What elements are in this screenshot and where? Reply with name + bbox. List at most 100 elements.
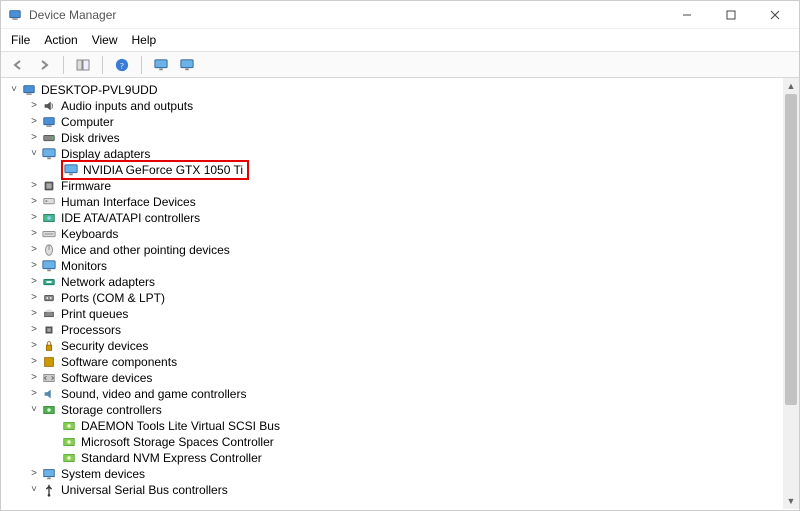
device-tree[interactable]: ˅ DESKTOP-PVL9UDD>Audio inputs and output… — [1, 78, 783, 499]
scroll-up-arrow-icon[interactable]: ▲ — [783, 78, 799, 94]
maximize-button[interactable] — [709, 1, 753, 29]
expander-icon[interactable]: > — [27, 194, 41, 210]
tree-node[interactable]: >Software components — [5, 354, 783, 370]
expander-icon[interactable]: > — [27, 338, 41, 354]
toolbar-separator — [102, 56, 103, 74]
window-title: Device Manager — [29, 8, 116, 22]
expander-icon[interactable]: ˅ — [27, 402, 41, 418]
titlebar: Device Manager — [1, 1, 799, 29]
toolbar-scan-hardware[interactable] — [150, 55, 172, 75]
tree-node[interactable]: >Firmware — [5, 178, 783, 194]
tree-node[interactable]: > Security devices — [5, 338, 783, 354]
tree-node[interactable]: ˅Universal Serial Bus controllers — [5, 482, 783, 498]
toolbar-separator — [141, 56, 142, 74]
vertical-scrollbar[interactable]: ▲ ▼ — [783, 78, 799, 509]
menu-action[interactable]: Action — [44, 33, 77, 47]
expander-icon[interactable]: ˅ — [7, 82, 21, 98]
expander-icon[interactable]: > — [27, 306, 41, 322]
tree-node[interactable]: >Ports (COM & LPT) — [5, 290, 783, 306]
tree-node-label: Sound, video and game controllers — [61, 386, 246, 402]
scroll-down-arrow-icon[interactable]: ▼ — [783, 493, 799, 509]
softcomp-icon — [41, 355, 57, 369]
monitor-icon — [41, 259, 57, 273]
display-icon — [63, 163, 79, 177]
expander-icon[interactable]: > — [27, 290, 41, 306]
tree-node[interactable]: Microsoft Storage Spaces Controller — [5, 434, 783, 450]
scroll-track[interactable] — [783, 94, 799, 493]
expander-icon[interactable]: ˅ — [27, 146, 41, 162]
storage-dev-icon — [61, 435, 77, 449]
tree-node-label: Security devices — [61, 338, 148, 354]
expander-icon[interactable]: > — [27, 98, 41, 114]
tree-node[interactable]: >Audio inputs and outputs — [5, 98, 783, 114]
toolbar-separator — [63, 56, 64, 74]
close-button[interactable] — [753, 1, 797, 29]
tree-node[interactable]: AMD USB 3.0 eXtensible Host Controller -… — [5, 498, 783, 499]
toolbar-back[interactable] — [7, 55, 29, 75]
mouse-icon — [41, 243, 57, 257]
softdev-icon — [41, 371, 57, 385]
tree-node[interactable]: DAEMON Tools Lite Virtual SCSI Bus — [5, 418, 783, 434]
toolbar-showhide[interactable] — [72, 55, 94, 75]
cpu-icon — [41, 323, 57, 337]
usb-icon — [41, 483, 57, 497]
tree-node[interactable]: > System devices — [5, 466, 783, 482]
tree-node-label: Processors — [61, 322, 121, 338]
menu-view[interactable]: View — [92, 33, 118, 47]
expander-icon[interactable]: > — [27, 370, 41, 386]
tree-node[interactable]: >IDE ATA/ATAPI controllers — [5, 210, 783, 226]
tree-node-label: Human Interface Devices — [61, 194, 196, 210]
expander-icon[interactable]: > — [27, 130, 41, 146]
minimize-button[interactable] — [665, 1, 709, 29]
tree-node[interactable]: ˅ DESKTOP-PVL9UDD — [5, 82, 783, 98]
tree-node[interactable]: > Sound, video and game controllers — [5, 386, 783, 402]
tree-node[interactable]: >Mice and other pointing devices — [5, 242, 783, 258]
tree-node-label: DESKTOP-PVL9UDD — [41, 82, 157, 98]
expander-icon[interactable]: > — [27, 114, 41, 130]
expander-icon[interactable]: > — [27, 386, 41, 402]
expander-icon[interactable]: > — [27, 178, 41, 194]
tree-node[interactable]: ˅Storage controllers — [5, 402, 783, 418]
tree-node[interactable]: > Monitors — [5, 258, 783, 274]
tree-node-label: Disk drives — [61, 130, 120, 146]
print-icon — [41, 307, 57, 321]
expander-icon[interactable]: > — [27, 258, 41, 274]
toolbar-forward[interactable] — [33, 55, 55, 75]
tree-node[interactable]: >Software devices — [5, 370, 783, 386]
expander-icon[interactable]: > — [27, 274, 41, 290]
tree-node[interactable]: >Keyboards — [5, 226, 783, 242]
tree-node[interactable]: > Processors — [5, 322, 783, 338]
toolbar-help[interactable] — [111, 55, 133, 75]
tree-node[interactable]: > Human Interface Devices — [5, 194, 783, 210]
tree-node[interactable]: >Network adapters — [5, 274, 783, 290]
tree-node[interactable]: NVIDIA GeForce GTX 1050 Ti — [5, 162, 783, 178]
expander-icon[interactable]: > — [27, 210, 41, 226]
back-arrow-icon — [11, 58, 25, 72]
tree-node-label: System devices — [61, 466, 145, 482]
expander-icon[interactable]: > — [27, 466, 41, 482]
menu-help[interactable]: Help — [132, 33, 157, 47]
tree-node-label: Monitors — [61, 258, 107, 274]
tree-node[interactable]: Standard NVM Express Controller — [5, 450, 783, 466]
menu-file[interactable]: File — [11, 33, 30, 47]
tree-node[interactable]: >Print queues — [5, 306, 783, 322]
close-icon — [770, 10, 780, 20]
help-icon — [115, 58, 129, 72]
maximize-icon — [726, 10, 736, 20]
expander-icon[interactable]: > — [27, 242, 41, 258]
expander-icon[interactable]: ˅ — [27, 482, 41, 498]
tree-node[interactable]: > Disk drives — [5, 130, 783, 146]
expander-icon[interactable]: > — [27, 322, 41, 338]
expander-icon[interactable]: > — [27, 354, 41, 370]
audio-icon — [41, 99, 57, 113]
tree-node-label: DAEMON Tools Lite Virtual SCSI Bus — [81, 418, 280, 434]
tree-node[interactable]: >Computer — [5, 114, 783, 130]
minimize-icon — [682, 10, 692, 20]
monitor2-icon — [180, 58, 194, 72]
scroll-thumb[interactable] — [785, 94, 797, 405]
firmware-icon — [41, 179, 57, 193]
storage-icon — [41, 403, 57, 417]
toolbar-devices-by-type[interactable] — [176, 55, 198, 75]
expander-icon[interactable]: > — [27, 226, 41, 242]
disk-icon — [41, 131, 57, 145]
